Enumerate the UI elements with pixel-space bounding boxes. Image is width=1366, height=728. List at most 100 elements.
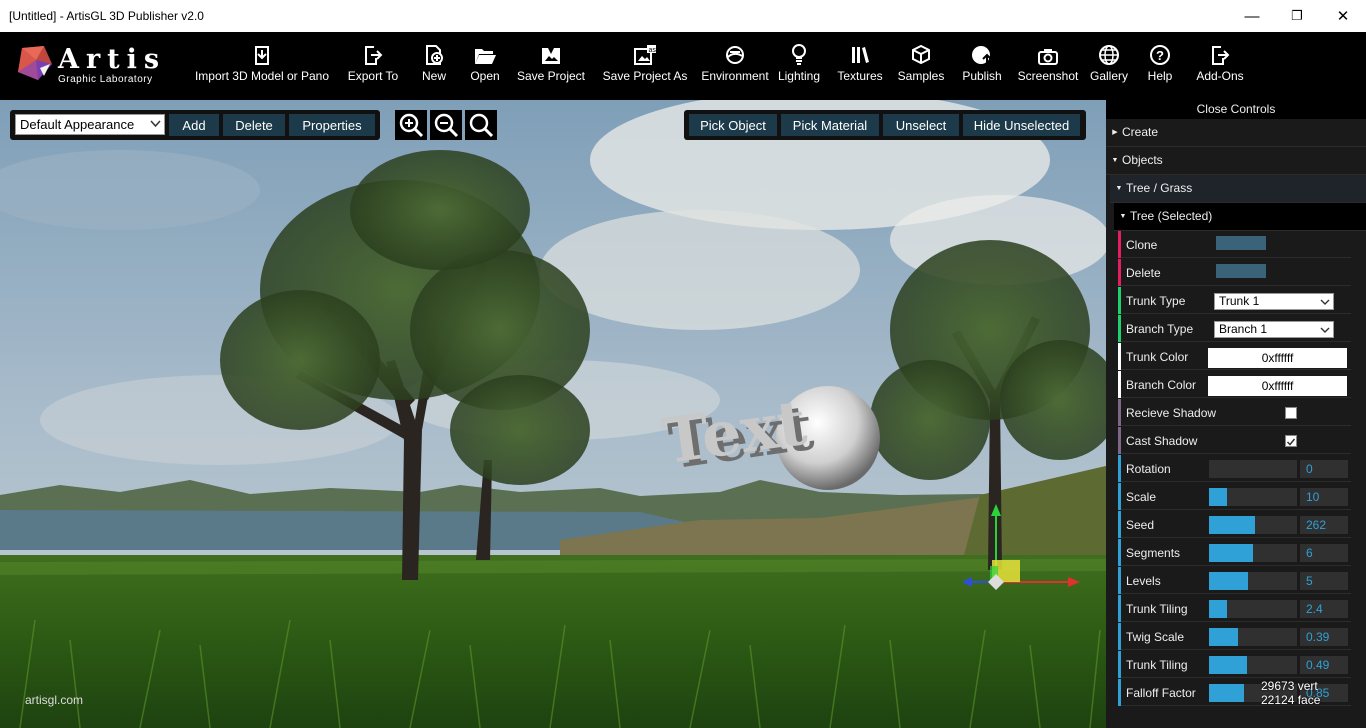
slider-track[interactable] — [1209, 544, 1297, 562]
slider-fill — [1209, 488, 1227, 506]
slider-value-input[interactable]: 10 — [1300, 488, 1348, 506]
hide-unselected-button[interactable]: Hide Unselected — [963, 114, 1080, 136]
export-to-button[interactable]: Export To — [343, 32, 403, 100]
clone-button[interactable] — [1216, 236, 1266, 250]
toolbar-label: Add-Ons — [1196, 69, 1244, 83]
branch-type-value: Branch 1 — [1219, 322, 1268, 336]
toolbar-label: Import 3D Model or Pano — [194, 69, 330, 83]
environment-icon — [726, 46, 744, 64]
publish-button[interactable]: Publish — [958, 32, 1006, 100]
recieve-shadow-checkbox[interactable] — [1285, 407, 1297, 419]
appearance-properties-button[interactable]: Properties — [289, 114, 375, 136]
folder-tree-grass[interactable]: ▼ Tree / Grass — [1110, 175, 1366, 203]
slider-value-input[interactable]: 5 — [1300, 572, 1348, 590]
slider-label: Seed — [1126, 518, 1155, 532]
chevron-down-icon — [1320, 299, 1330, 305]
lightbulb-icon — [792, 44, 806, 65]
trunk-type-select[interactable]: Trunk 1 — [1214, 293, 1334, 310]
slider-fill — [1209, 656, 1247, 674]
add-appearance-button[interactable]: Add — [169, 114, 219, 136]
pick-object-button[interactable]: Pick Object — [689, 114, 777, 136]
cast-shadow-checkbox[interactable] — [1285, 435, 1297, 447]
unselect-button[interactable]: Unselect — [883, 114, 959, 136]
slider-label: Levels — [1126, 574, 1161, 588]
screenshot-button[interactable]: Screenshot — [1015, 32, 1081, 100]
recieve-shadow-label: Recieve Shadow — [1126, 406, 1217, 420]
samples-button[interactable]: Samples — [895, 32, 947, 100]
trunk-type-label: Trunk Type — [1126, 294, 1186, 308]
slider-track[interactable] — [1209, 628, 1297, 646]
clone-label: Clone — [1126, 238, 1158, 252]
clone-row: Clone — [1118, 231, 1351, 258]
add-ons-button[interactable]: Add-Ons — [1193, 32, 1247, 100]
toolbar-label: Open — [470, 69, 500, 83]
folder-expanded-icon: ▼ — [1115, 185, 1123, 193]
slider-value-input[interactable]: 6 — [1300, 544, 1348, 562]
textures-button[interactable]: Textures — [835, 32, 885, 100]
branch-type-row: Branch Type Branch 1 — [1118, 315, 1351, 342]
help-icon: ? — [1150, 45, 1170, 65]
pick-material-button[interactable]: Pick Material — [781, 114, 879, 136]
zoom-reset-button[interactable] — [465, 110, 497, 140]
save-project-icon — [542, 48, 560, 64]
toolbar-label: Gallery — [1089, 69, 1128, 83]
new-button[interactable]: New — [417, 32, 451, 100]
folder-tree-selected[interactable]: ▼ Tree (Selected) — [1114, 203, 1366, 231]
zoom-out-button[interactable] — [430, 110, 462, 140]
tree-properties: Clone Delete Trunk Type Trunk 1 Branch T… — [1106, 231, 1366, 728]
slider-value-input[interactable]: 2.4 — [1300, 600, 1348, 618]
delete-tree-button[interactable] — [1216, 264, 1266, 278]
artis-logo-icon — [18, 46, 52, 80]
save-project-as-button[interactable]: as Save Project As — [600, 32, 690, 100]
environment-button[interactable]: Environment — [699, 32, 771, 100]
branch-type-select[interactable]: Branch 1 — [1214, 321, 1334, 338]
close-window-button[interactable]: ✕ — [1320, 0, 1366, 32]
recieve-shadow-row: Recieve Shadow — [1118, 399, 1351, 426]
delete-row: Delete — [1118, 259, 1351, 286]
save-project-button[interactable]: Save Project — [515, 32, 587, 100]
trunk-color-input[interactable]: 0xffffff — [1208, 348, 1347, 368]
slider-track[interactable] — [1209, 460, 1297, 478]
open-button[interactable]: Open — [466, 32, 504, 100]
help-button[interactable]: ? Help — [1142, 32, 1178, 100]
window-title-bar: [Untitled] - ArtisGL 3D Publisher v2.0 —… — [0, 0, 1366, 32]
close-controls-button[interactable]: Close Controls — [1106, 100, 1366, 119]
svg-text:as: as — [649, 47, 657, 54]
logo-subtitle: Graphic Laboratory — [58, 74, 153, 85]
maximize-button[interactable]: ❐ — [1274, 0, 1320, 32]
folder-create[interactable]: ▶ Create — [1106, 119, 1366, 147]
slider-value-input[interactable]: 0.39 — [1300, 628, 1348, 646]
slider-track[interactable] — [1209, 516, 1297, 534]
slider-fill — [1209, 600, 1227, 618]
lighting-button[interactable]: Lighting — [776, 32, 822, 100]
slider-value-input[interactable]: 0.49 — [1300, 656, 1348, 674]
globe-icon — [1099, 45, 1119, 65]
delete-appearance-button[interactable]: Delete — [223, 114, 285, 136]
slider-track[interactable] — [1209, 656, 1297, 674]
slider-track[interactable] — [1209, 572, 1297, 590]
cubes-icon — [912, 44, 930, 65]
artisgl-app: [Untitled] - ArtisGL 3D Publisher v2.0 —… — [0, 0, 1366, 728]
import-3d-model-button[interactable]: Import 3D Model or Pano — [193, 32, 331, 100]
site-link[interactable]: artisgl.com — [25, 693, 83, 707]
branch-color-input[interactable]: 0xffffff — [1208, 376, 1347, 396]
zoom-in-button[interactable] — [395, 110, 427, 140]
face-count: 22124 face — [1261, 693, 1321, 707]
checkmark-icon — [1286, 438, 1296, 446]
camera-icon — [1038, 49, 1058, 65]
slider-label: Segments — [1126, 546, 1181, 560]
slider-track[interactable] — [1209, 600, 1297, 618]
folder-objects[interactable]: ▼ Objects — [1106, 147, 1366, 175]
slider-row: Trunk Tiling 0.49 — [1118, 651, 1351, 678]
gallery-button[interactable]: Gallery — [1086, 32, 1132, 100]
trunk-color-label: Trunk Color — [1126, 350, 1189, 364]
slider-label: Trunk Tiling — [1126, 602, 1188, 616]
slider-fill — [1209, 544, 1253, 562]
import-icon — [255, 46, 269, 65]
slider-value-input[interactable]: 262 — [1300, 516, 1348, 534]
slider-track[interactable] — [1209, 488, 1297, 506]
appearance-select[interactable]: Default Appearance — [15, 114, 165, 135]
toolbar-label: Screenshot — [1017, 69, 1079, 83]
minimize-button[interactable]: — — [1229, 0, 1275, 32]
slider-value-input[interactable]: 0 — [1300, 460, 1348, 478]
